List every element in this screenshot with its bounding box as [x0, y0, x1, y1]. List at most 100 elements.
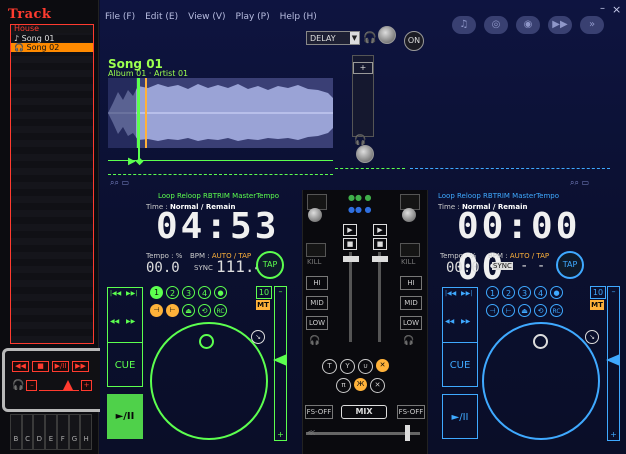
deck-a-tap-button[interactable]: TAP [256, 251, 284, 279]
deck-a-next-button[interactable]: ▶▶| [126, 290, 140, 300]
deck-b-master-tempo[interactable]: MT [590, 300, 604, 310]
deck-b-trim-knob[interactable] [402, 208, 416, 222]
deck-a-eq-low[interactable]: LOW [306, 316, 328, 330]
deck-b-headphones-icon[interactable]: 🎧 [403, 336, 414, 346]
key-button[interactable]: H [80, 414, 93, 450]
deck-a-timeline[interactable] [108, 160, 333, 161]
deck-a-cue-button[interactable]: CUE [107, 342, 143, 387]
deck-a-cue-small-icon[interactable]: ■ [343, 238, 357, 250]
deck-a-play-button[interactable]: ►/II [107, 394, 143, 439]
deck-a-pitch-slider[interactable]: – + [273, 286, 287, 441]
hotcue-button[interactable]: 3 [182, 286, 195, 299]
hotcue-button[interactable]: 1 [150, 286, 163, 299]
music-icon[interactable]: ♫ [452, 16, 476, 34]
deck-a-pitch-thumb[interactable] [273, 354, 287, 366]
key-button[interactable]: E [45, 414, 57, 450]
hotcue-button[interactable]: 4 [198, 286, 211, 299]
hotcue-record-icon[interactable]: ● [550, 286, 563, 299]
deck-b-rewind-button[interactable]: ◀◀ [445, 318, 459, 328]
deck-b-volume-fader[interactable] [372, 256, 388, 262]
deck-b-play-button[interactable]: ►/II [442, 394, 478, 439]
deck-a-position-marker-icon[interactable]: ▶◆ [128, 156, 143, 167]
deck-a-trim-knob[interactable] [308, 208, 322, 222]
deck-b-tap-button[interactable]: TAP [556, 251, 584, 279]
minimize-button[interactable]: – [600, 3, 605, 14]
deck-b-cue-button[interactable]: CUE [442, 342, 478, 387]
close-button[interactable]: × [612, 3, 621, 16]
preview-volume-slider[interactable] [39, 379, 79, 391]
hotcue-button[interactable]: 3 [518, 286, 531, 299]
track-row-selected[interactable]: 🎧 Song 02 [11, 43, 93, 52]
deck-a-play-small-icon[interactable]: ▶ [343, 224, 357, 236]
disc-icon[interactable]: ◎ [484, 16, 508, 34]
deck-b-prev-button[interactable]: |◀◀ [445, 290, 459, 300]
deck-b-kill-button[interactable] [400, 243, 420, 257]
deck-a-mode-labels[interactable]: Loop Reloop RBTRIM MasterTempo [158, 192, 279, 200]
preview-fast-forward-button[interactable]: ▶▶ [72, 361, 89, 372]
effect-on-button[interactable]: ON [404, 31, 424, 51]
deck-a-volume-fader[interactable] [343, 256, 359, 262]
menu-play[interactable]: Play (P) [236, 12, 270, 22]
echo-icon[interactable]: ∪ [358, 359, 373, 374]
loop-in-icon[interactable]: ⊣ [486, 304, 499, 317]
reloop-icon[interactable]: RC [550, 304, 563, 317]
mix-button[interactable]: MIX [341, 405, 387, 419]
track-row[interactable]: ♪ Song 01 [11, 34, 93, 43]
deck-a-cue-marker[interactable] [138, 78, 140, 162]
deck-b-zoom-icons[interactable]: ⌕⌕ ▭ [570, 178, 589, 188]
deck-a-fader-start[interactable]: FS-OFF [305, 405, 333, 419]
deck-b-pitch-slider[interactable]: – + [606, 286, 620, 441]
deck-a-eq-mid[interactable]: MID [306, 296, 328, 310]
deck-a-sync-label[interactable]: SYNC [194, 264, 213, 272]
deck-a-prev-button[interactable]: |◀◀ [110, 290, 124, 300]
loop-out-icon[interactable]: ⊢ [502, 304, 515, 317]
loop-icon[interactable]: ⟲ [198, 304, 211, 317]
hotcue-button[interactable]: 2 [166, 286, 179, 299]
preview-play-pause-button[interactable]: ▶/II [52, 361, 69, 372]
deck-a-gain-knob[interactable] [356, 145, 374, 163]
track-list[interactable]: House ♪ Song 01 🎧 Song 02 [10, 24, 94, 344]
deck-b-scratch-icon[interactable]: ↘ [585, 330, 599, 344]
forward-icon[interactable]: ▶▶ [548, 16, 572, 34]
menu-view[interactable]: View (V) [188, 12, 225, 22]
key-button[interactable]: D [33, 414, 46, 450]
preview-stop-button[interactable]: ■ [32, 361, 49, 372]
hotcue-button[interactable]: 1 [486, 286, 499, 299]
effect-select[interactable]: DELAY ▼ [306, 31, 360, 45]
folder-item-house[interactable]: House [11, 25, 93, 33]
loop-out-icon[interactable]: ⊢ [166, 304, 179, 317]
reloop-icon[interactable]: RC [214, 304, 227, 317]
deck-a-eq-hi[interactable]: HI [306, 276, 328, 290]
deck-b-sync-label[interactable]: SYNC [492, 262, 513, 270]
key-button[interactable]: B [10, 414, 22, 450]
skip-icon[interactable]: » [580, 16, 604, 34]
key-button[interactable]: G [68, 414, 81, 450]
deck-a-pitch-range[interactable]: 10 [256, 286, 272, 299]
volume-thumb[interactable] [63, 379, 74, 390]
eject-icon[interactable]: ⏏ [182, 304, 195, 317]
deck-a-effect-slider[interactable]: + [352, 55, 374, 137]
hotcue-record-icon[interactable]: ● [214, 286, 227, 299]
preview-rewind-button[interactable]: ◀◀ [12, 361, 29, 372]
zoom-icons[interactable]: ⌕⌕ ▭ [110, 178, 129, 188]
deck-a-forward-button[interactable]: ▶▶ [126, 318, 140, 328]
crossfader-thumb[interactable] [405, 425, 410, 441]
deck-b-eq-hi[interactable]: HI [400, 276, 422, 290]
key-button[interactable]: F [56, 414, 69, 450]
menu-edit[interactable]: Edit (E) [145, 12, 178, 22]
deck-b-next-button[interactable]: ▶▶| [461, 290, 475, 300]
deck-b-eq-low[interactable]: LOW [400, 316, 422, 330]
key-button[interactable]: C [21, 414, 34, 450]
deck-b-eq-mid[interactable]: MID [400, 296, 422, 310]
loop-icon[interactable]: ⟲ [534, 304, 547, 317]
effect-x-icon[interactable]: ✕ [376, 359, 389, 372]
preview-volume-up-button[interactable]: + [81, 379, 92, 391]
deck-a-headphones-icon[interactable]: 🎧 [309, 336, 320, 346]
loop-in-icon[interactable]: ⊣ [150, 304, 163, 317]
deck-a-rewind-button[interactable]: ◀◀ [110, 318, 124, 328]
deck-b-fader-start[interactable]: FS-OFF [397, 405, 425, 419]
deck-a-master-tempo[interactable]: MT [256, 300, 270, 310]
deck-b-forward-button[interactable]: ▶▶ [461, 318, 475, 328]
effect-knob[interactable] [378, 26, 396, 44]
deck-b-mode-labels[interactable]: Loop Reloop RBTRIM MasterTempo [438, 192, 559, 200]
